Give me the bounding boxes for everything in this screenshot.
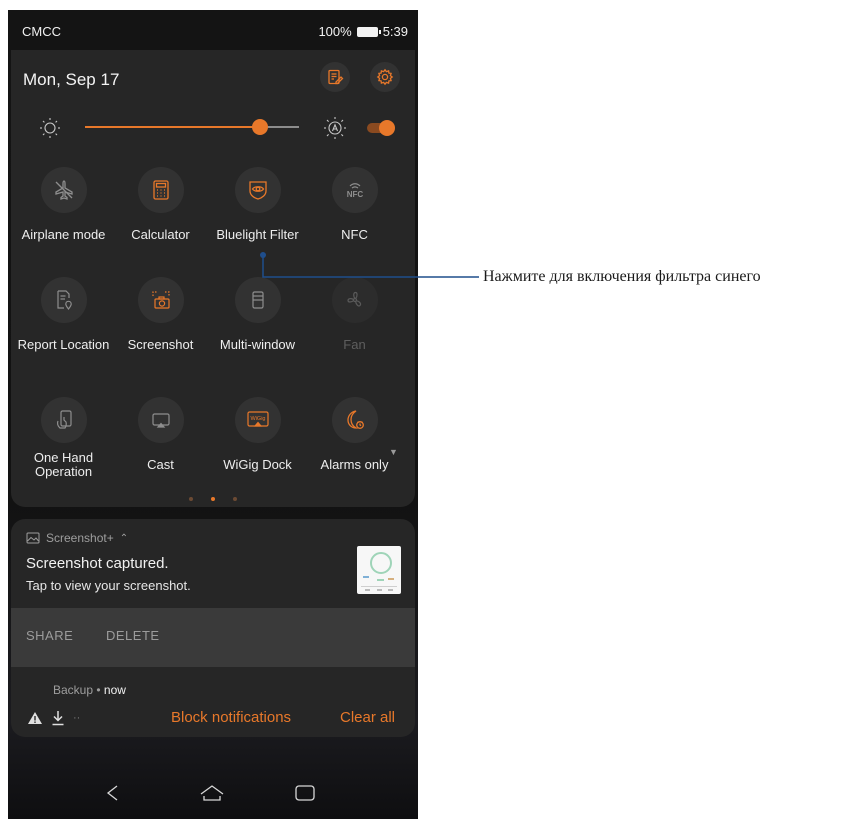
callout-leader-line [260,252,479,278]
callout-text: Нажмите для включения фильтра синего [483,268,761,285]
